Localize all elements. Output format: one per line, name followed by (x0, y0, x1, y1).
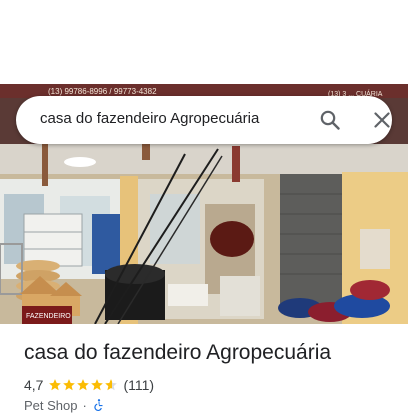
search-bar[interactable]: casa do fazendeiro Agropecuária (16, 96, 392, 144)
close-icon[interactable] (370, 108, 394, 132)
half-star-icon (105, 379, 118, 391)
wheelchair-icon (94, 399, 103, 411)
category-row: Pet Shop · (24, 397, 106, 413)
rating-value: 4,7 (24, 377, 44, 393)
star-icon (91, 379, 104, 391)
search-input[interactable]: casa do fazendeiro Agropecuária (40, 110, 259, 127)
top-blank-area (0, 0, 408, 84)
star-icon (63, 379, 76, 391)
place-title: casa do fazendeiro Agropecuária (24, 341, 332, 364)
category-label: Pet Shop (24, 397, 78, 413)
star-icon (49, 379, 62, 391)
floor-sign-text: FAZENDEIRO (26, 313, 71, 320)
separator-dot: · (82, 397, 87, 413)
banner-phone-left: (13) 99786-8996 / 99773-4382 (48, 87, 157, 96)
rating-row[interactable]: 4,7 (111) (24, 376, 154, 394)
star-icon (77, 379, 90, 391)
star-rating (48, 378, 118, 392)
review-count[interactable]: (111) (123, 377, 154, 393)
search-icon[interactable] (318, 108, 342, 132)
